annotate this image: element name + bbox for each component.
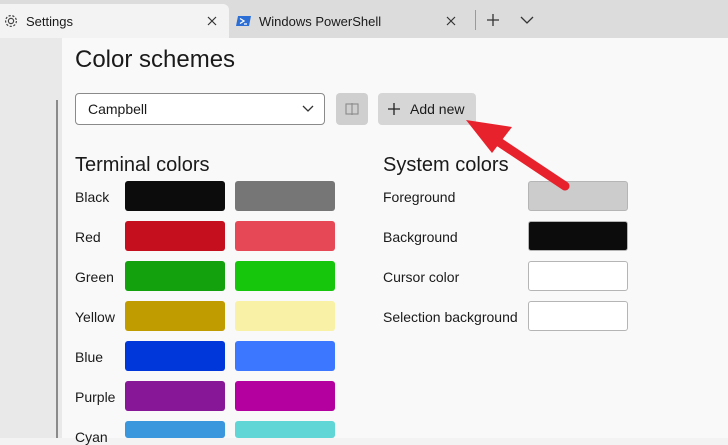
swatch-yellow[interactable] <box>125 301 225 331</box>
color-label-cyan: Cyan <box>75 429 108 445</box>
add-new-label: Add new <box>410 101 465 117</box>
swatch-bright-purple[interactable] <box>235 381 335 411</box>
rename-icon <box>345 103 359 115</box>
system-label-selection-background: Selection background <box>383 309 518 325</box>
swatch-selection-background[interactable] <box>528 301 628 331</box>
tab-label: Windows PowerShell <box>259 13 382 29</box>
system-label-background: Background <box>383 229 458 245</box>
add-new-button[interactable]: Add new <box>378 93 476 125</box>
swatch-cyan[interactable] <box>125 421 225 438</box>
new-tab-button[interactable] <box>482 9 504 31</box>
tab-separator <box>475 10 476 30</box>
close-icon[interactable] <box>440 10 462 32</box>
tab-bar: Settings Windows PowerShell <box>0 0 728 38</box>
swatch-black[interactable] <box>125 181 225 211</box>
swatch-green[interactable] <box>125 261 225 291</box>
chevron-down-icon <box>296 105 320 113</box>
swatch-bright-yellow[interactable] <box>235 301 335 331</box>
powershell-icon <box>235 12 253 30</box>
swatch-cursor-color[interactable] <box>528 261 628 291</box>
plus-icon <box>386 101 402 117</box>
color-label-purple: Purple <box>75 389 116 405</box>
color-label-blue: Blue <box>75 349 104 365</box>
tab-dropdown-button[interactable] <box>516 9 538 31</box>
tab-label: Settings <box>26 13 73 29</box>
swatch-foreground[interactable] <box>528 181 628 211</box>
system-label-foreground: Foreground <box>383 189 456 205</box>
swatch-background[interactable] <box>528 221 628 251</box>
system-label-cursor-color: Cursor color <box>383 269 460 285</box>
color-label-green: Green <box>75 269 114 285</box>
gear-icon <box>2 12 20 30</box>
system-colors-title: System colors <box>383 154 509 176</box>
swatch-bright-black[interactable] <box>235 181 335 211</box>
close-icon[interactable] <box>201 10 223 32</box>
swatch-bright-blue[interactable] <box>235 341 335 371</box>
color-scheme-value: Campbell <box>88 101 148 117</box>
rename-scheme-button[interactable] <box>336 93 368 125</box>
color-label-black: Black <box>75 189 110 205</box>
tab-settings[interactable]: Settings <box>0 4 229 38</box>
tab-windows-powershell[interactable]: Windows PowerShell <box>233 4 468 38</box>
color-scheme-dropdown[interactable]: Campbell <box>75 93 325 125</box>
swatch-bright-green[interactable] <box>235 261 335 291</box>
page-title: Color schemes <box>75 46 236 73</box>
terminal-colors-title: Terminal colors <box>75 154 210 176</box>
swatch-purple[interactable] <box>125 381 225 411</box>
swatch-bright-red[interactable] <box>235 221 335 251</box>
swatch-blue[interactable] <box>125 341 225 371</box>
swatch-bright-cyan[interactable] <box>235 421 335 438</box>
chevron-down-icon <box>520 16 534 24</box>
plus-icon <box>487 14 499 26</box>
sidebar <box>0 38 62 438</box>
swatch-red[interactable] <box>125 221 225 251</box>
color-label-red: Red <box>75 229 101 245</box>
scrollbar[interactable] <box>56 100 58 438</box>
color-label-yellow: Yellow <box>75 309 115 325</box>
